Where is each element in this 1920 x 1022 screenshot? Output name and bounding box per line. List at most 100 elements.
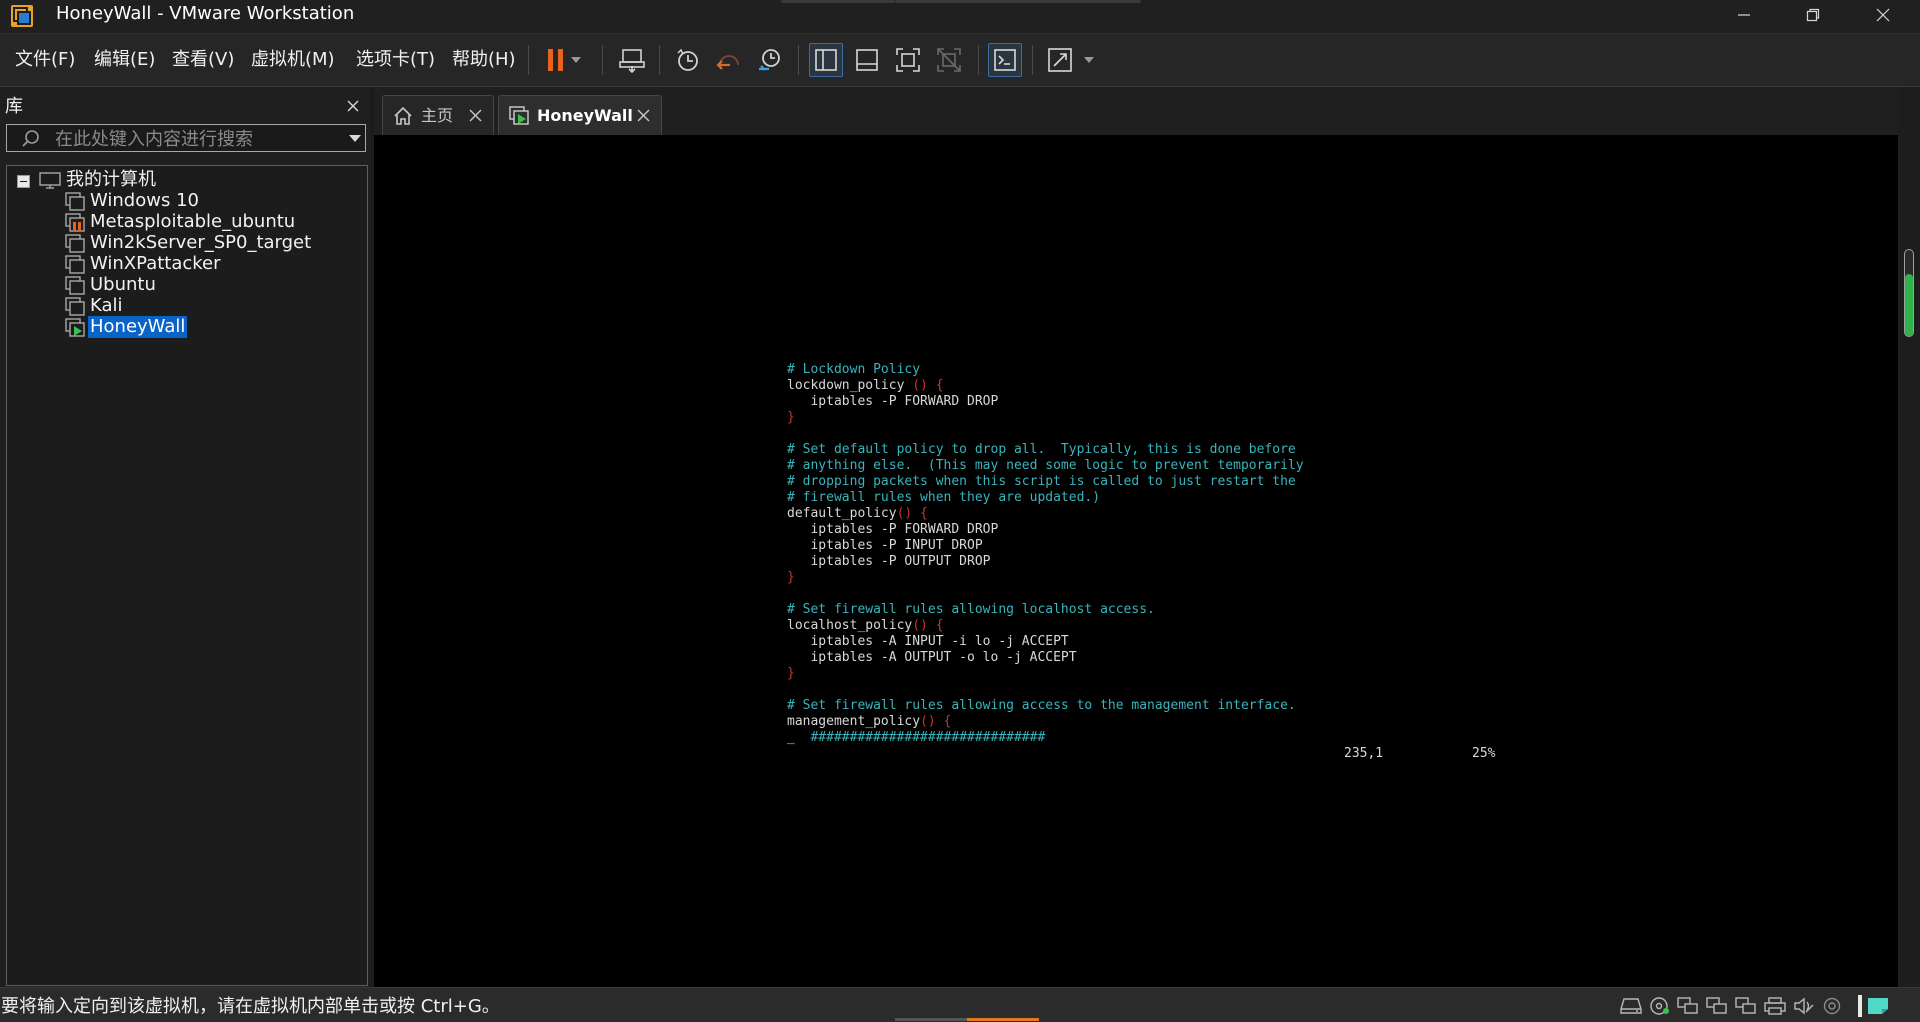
console-line: # anything else. (This may need some log…	[787, 458, 1304, 473]
toolbar-separator	[978, 45, 979, 75]
network-adapter-icon[interactable]	[1735, 997, 1757, 1015]
menu-help[interactable]: 帮助(H)	[452, 49, 516, 71]
toolbar-separator	[1032, 45, 1033, 75]
library-search-input[interactable]	[53, 126, 337, 152]
vmware-app-icon	[10, 4, 34, 28]
console-brace: }	[787, 570, 795, 585]
printer-icon[interactable]	[1764, 997, 1786, 1015]
close-icon	[1876, 8, 1890, 22]
sound-icon[interactable]	[1793, 997, 1815, 1015]
library-close-button[interactable]	[346, 99, 360, 113]
console-text: # Lockdown Policy lockdown_policy () { i…	[787, 362, 1304, 746]
snapshot-manager-button[interactable]	[753, 43, 787, 77]
stretch-guest-icon	[1048, 48, 1072, 72]
window-title: HoneyWall - VMware Workstation	[56, 3, 355, 24]
revert-snapshot-button[interactable]	[712, 43, 746, 77]
console-brace: }	[787, 410, 795, 425]
network-adapter-icon[interactable]	[1706, 997, 1728, 1015]
unity-button[interactable]	[932, 43, 966, 77]
snapshot-icon	[677, 48, 698, 71]
console-comment: # Set default policy to drop all. Typica…	[787, 442, 1296, 457]
power-dropdown-button[interactable]	[566, 43, 586, 77]
menu-vm[interactable]: 虚拟机(M)	[251, 49, 335, 71]
show-thumbnail-bar-button[interactable]	[850, 43, 884, 77]
console-code: iptables -P INPUT DROP	[787, 538, 983, 553]
console-line: }	[787, 410, 795, 425]
search-icon	[22, 130, 39, 147]
console-code: iptables -P OUTPUT DROP	[787, 554, 991, 569]
vm-console-screen[interactable]: # Lockdown Policy lockdown_policy () { i…	[374, 135, 1898, 987]
console-scrollbar[interactable]	[1898, 87, 1920, 987]
cursor-position: 235,1	[1344, 746, 1384, 761]
restore-button[interactable]	[1784, 0, 1842, 30]
console-view-button[interactable]	[988, 43, 1022, 77]
console-code: lockdown_policy	[787, 378, 905, 393]
console-code: localhost_policy	[787, 618, 913, 633]
vm-icon	[65, 255, 85, 274]
tab-label: HoneyWall	[537, 106, 633, 125]
tree-root-my-computer[interactable]: 我的计算机	[66, 169, 156, 191]
vm-paused-icon	[65, 213, 85, 232]
console-comment: # Lockdown Policy	[787, 362, 921, 377]
network-adapter-icon[interactable]	[1677, 997, 1699, 1015]
show-library-button[interactable]	[809, 43, 843, 77]
library-panel: 库 我的计算机 Windows 10 Metasploitable_ubuntu…	[0, 87, 371, 987]
console-code: _	[787, 730, 795, 745]
console-line: # Set default policy to drop all. Typica…	[787, 442, 1296, 457]
toolbar-separator	[602, 45, 603, 75]
close-window-button[interactable]	[1854, 0, 1912, 30]
tab-bar: 主页 HoneyWall	[374, 87, 1898, 135]
stretch-guest-button[interactable]	[1043, 43, 1077, 77]
toolbar-separator	[659, 45, 660, 75]
tab-honeywall[interactable]: HoneyWall	[498, 95, 662, 135]
cd-dvd-icon[interactable]	[1649, 997, 1671, 1015]
usb-icon[interactable]	[1822, 997, 1844, 1015]
search-dropdown-icon[interactable]	[349, 135, 361, 142]
console-line: lockdown_policy () {	[787, 378, 944, 393]
toolbar-separator	[798, 45, 799, 75]
console-comment: # firewall rules when they are updated.)	[787, 490, 1101, 505]
snapshot-button[interactable]	[671, 43, 705, 77]
vm-label: Kali	[90, 295, 123, 316]
minimize-icon	[1738, 14, 1750, 16]
stretch-dropdown-button[interactable]	[1079, 43, 1099, 77]
message-log-icon[interactable]	[1867, 997, 1889, 1015]
vm-running-icon	[65, 318, 85, 337]
menu-edit[interactable]: 编辑(E)	[94, 49, 155, 71]
title-bar-handle	[895, 0, 1141, 3]
console-code: iptables -P FORWARD DROP	[787, 394, 999, 409]
console-line: iptables -P FORWARD DROP	[787, 394, 998, 409]
console-comment: # dropping packets when this script is c…	[787, 474, 1296, 489]
restore-icon	[1806, 8, 1820, 22]
console-line: # Set firewall rules allowing localhost …	[787, 602, 1155, 617]
console-brace: () {	[912, 618, 944, 633]
dropdown-arrow-icon	[1084, 57, 1094, 63]
tab-home[interactable]: 主页	[382, 95, 494, 135]
unity-icon	[937, 48, 961, 72]
menu-file[interactable]: 文件(F)	[15, 49, 75, 71]
console-hash-bar: ##############################	[794, 730, 1046, 745]
tab-label: 主页	[421, 106, 454, 125]
console-line: management_policy() {	[787, 714, 951, 729]
console-line: iptables -P INPUT DROP	[787, 538, 983, 553]
menu-view[interactable]: 查看(V)	[172, 49, 234, 71]
close-icon[interactable]	[637, 109, 650, 122]
fullscreen-button[interactable]	[891, 43, 925, 77]
console-code: iptables -A OUTPUT -o lo -j ACCEPT	[787, 650, 1077, 665]
console-comment: # anything else. (This may need some log…	[787, 458, 1304, 473]
scrollbar-thumb[interactable]	[1905, 274, 1913, 336]
send-ctrl-alt-del-icon	[619, 49, 645, 73]
library-title: 库	[5, 96, 23, 117]
send-ctrl-alt-del-button[interactable]	[615, 43, 649, 77]
tree-collapse-toggle[interactable]	[17, 175, 30, 188]
menu-tabs[interactable]: 选项卡(T)	[356, 49, 435, 71]
console-comment: # Set firewall rules allowing localhost …	[787, 602, 1155, 617]
vm-label: HoneyWall	[88, 316, 188, 338]
hard-disk-icon[interactable]	[1620, 997, 1642, 1015]
console-brace: () {	[920, 714, 952, 729]
console-line: iptables -A OUTPUT -o lo -j ACCEPT	[787, 650, 1077, 665]
minimize-button[interactable]	[1715, 0, 1773, 30]
close-icon[interactable]	[469, 109, 482, 122]
revert-snapshot-icon	[716, 55, 739, 70]
home-icon	[394, 106, 412, 125]
